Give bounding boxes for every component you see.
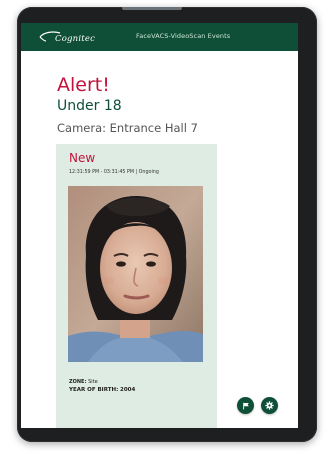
year-of-birth-value: 2004 bbox=[120, 387, 136, 393]
zone-label: ZONE: bbox=[69, 379, 87, 385]
event-card[interactable]: New 12:31:59 PM - 03:31:45 PM | Ongoing bbox=[56, 144, 217, 428]
cognitec-logo: Cognitec bbox=[39, 30, 95, 44]
flag-button[interactable] bbox=[237, 397, 254, 414]
zone-field: ZONE: Site bbox=[69, 379, 98, 385]
tablet-top-accent bbox=[122, 7, 182, 10]
alert-type: Under 18 bbox=[57, 98, 122, 114]
alert-title: Alert! bbox=[57, 74, 110, 96]
flag-icon bbox=[242, 402, 249, 409]
camera-label: Camera: Entrance Hall 7 bbox=[57, 121, 198, 135]
year-of-birth-field: YEAR OF BIRTH: 2004 bbox=[69, 387, 135, 393]
settings-button[interactable] bbox=[261, 397, 278, 414]
event-status: New bbox=[69, 151, 96, 165]
face-photo bbox=[68, 186, 203, 362]
event-time-range: 12:31:59 PM - 03:31:45 PM | Ongoing bbox=[69, 170, 159, 175]
page-background: Cognitec FaceVACS-VideoScan Events Alert… bbox=[0, 0, 334, 452]
year-of-birth-label: YEAR OF BIRTH: bbox=[69, 387, 119, 393]
logo-text: Cognitec bbox=[55, 33, 96, 44]
app-header: Cognitec FaceVACS-VideoScan Events bbox=[21, 23, 298, 51]
zone-value: Site bbox=[88, 379, 98, 385]
tablet-screen: Cognitec FaceVACS-VideoScan Events Alert… bbox=[21, 23, 298, 428]
app-title: FaceVACS-VideoScan Events bbox=[136, 32, 231, 40]
settings-icon bbox=[265, 401, 274, 410]
